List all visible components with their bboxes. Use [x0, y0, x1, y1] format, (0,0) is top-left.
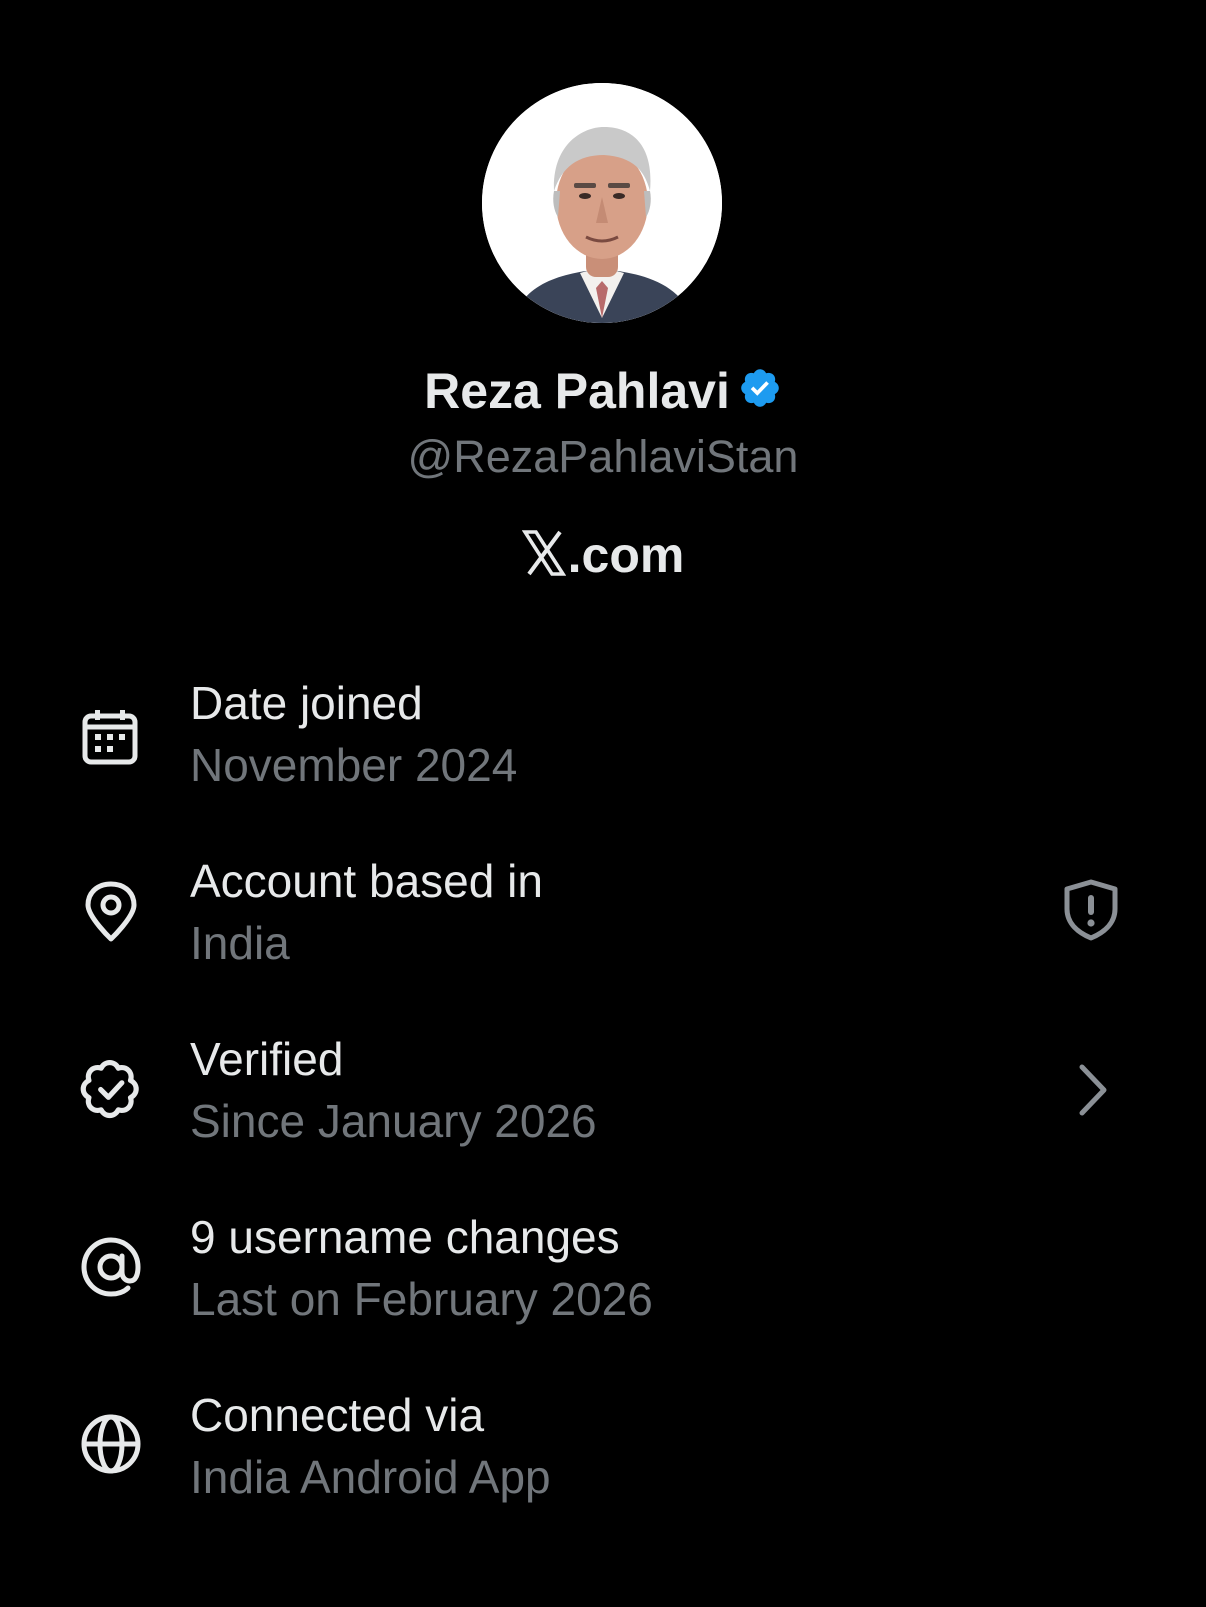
verified-badge-icon[interactable]	[738, 366, 782, 410]
info-value-verified: Since January 2026	[190, 1095, 597, 1147]
avatar-portrait-image	[482, 83, 722, 323]
info-row-connected-via: Connected via India Android App	[0, 1385, 1206, 1525]
info-title-username-changes: 9 username changes	[190, 1211, 620, 1263]
info-value-account-based-in: India	[190, 917, 290, 969]
x-logo-icon	[521, 526, 566, 576]
chevron-right-icon[interactable]	[1060, 1059, 1122, 1121]
profile-avatar[interactable]	[482, 83, 722, 323]
info-row-username-changes: 9 username changes Last on February 2026	[0, 1207, 1206, 1347]
at-sign-icon	[80, 1236, 142, 1298]
verified-check-icon	[80, 1058, 142, 1120]
info-value-date-joined: November 2024	[190, 739, 518, 791]
globe-icon	[80, 1413, 142, 1475]
location-pin-icon	[80, 881, 142, 943]
info-value-connected-via: India Android App	[190, 1451, 551, 1503]
info-value-username-changes: Last on February 2026	[190, 1273, 653, 1325]
site-link[interactable]: .com	[0, 522, 1206, 588]
info-title-date-joined: Date joined	[190, 677, 423, 729]
info-row-account-based-in: Account based in India	[0, 851, 1206, 991]
profile-display-name: Reza Pahlavi	[424, 363, 730, 419]
profile-name-row: Reza Pahlavi	[0, 356, 1206, 426]
info-title-account-based-in: Account based in	[190, 855, 543, 907]
shield-alert-icon[interactable]	[1060, 879, 1122, 941]
info-row-verified[interactable]: Verified Since January 2026	[0, 1029, 1206, 1169]
site-label: .com	[567, 527, 685, 583]
info-title-connected-via: Connected via	[190, 1389, 485, 1441]
info-title-verified: Verified	[190, 1033, 344, 1085]
calendar-icon	[80, 707, 142, 769]
profile-handle: @RezaPahlaviStan	[407, 431, 799, 482]
info-row-date-joined: Date joined November 2024	[0, 673, 1206, 813]
